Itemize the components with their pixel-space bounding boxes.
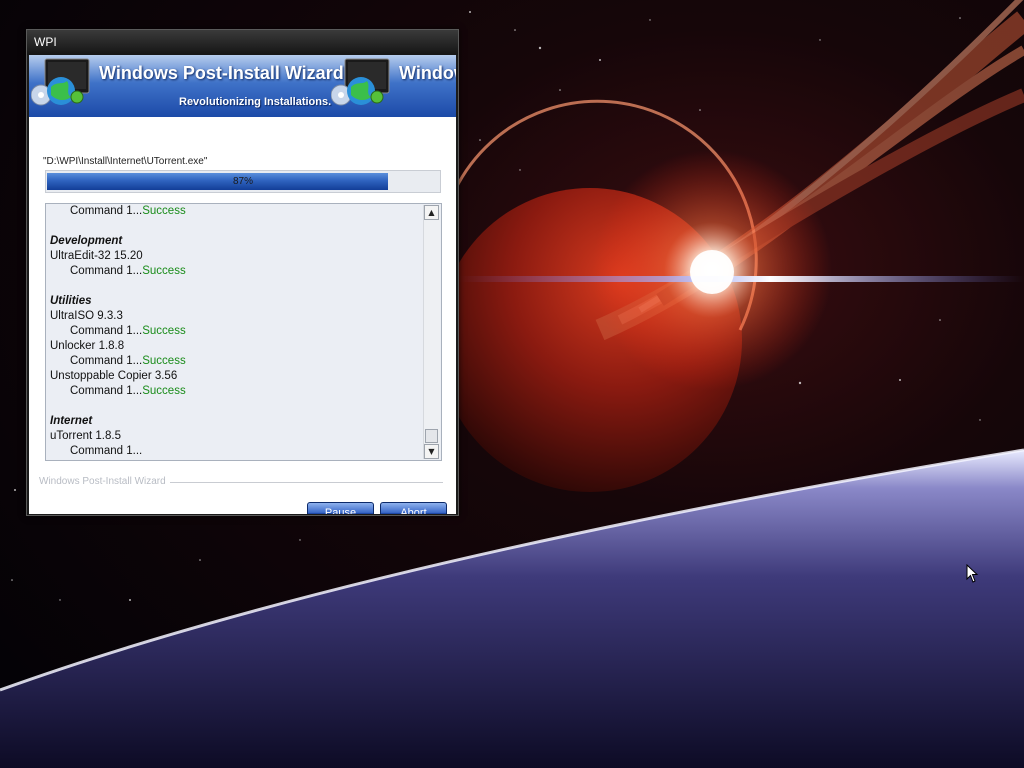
log-command-line: Command 1...: [50, 444, 422, 459]
monitor-globe-logo-icon: [331, 58, 390, 106]
current-file-path: "D:\WPI\Install\Internet\UTorrent.exe": [43, 156, 208, 167]
wpi-banner: Windows Post-Install Wizard Windows Post…: [29, 55, 456, 117]
log-command-line: Command 1...Success: [50, 264, 422, 279]
install-log[interactable]: Command 1...Success Development UltraEdit-…: [45, 203, 442, 461]
log-blank-line: [50, 279, 422, 294]
log-command-line: Command 1...Success: [50, 324, 422, 339]
footer-group-label: Windows Post-Install Wizard: [39, 476, 170, 487]
scroll-thumb[interactable]: [425, 429, 438, 443]
log-command-text: Command 1...: [70, 445, 143, 457]
log-program-item: Unlocker 1.8.8: [50, 340, 125, 352]
log-program-item: UltraISO 9.3.3: [50, 310, 123, 322]
log-command-status: Success: [142, 205, 186, 217]
log-category-header: Development: [50, 235, 123, 247]
abort-button[interactable]: Abort: [380, 502, 447, 514]
monitor-globe-logo-icon: [31, 58, 90, 106]
log-command-line: Command 1...Success: [50, 354, 422, 369]
log-program-item: UltraEdit-32 15.20: [50, 250, 143, 262]
log-command-text: Command 1...: [70, 265, 143, 277]
banner-subtitle: Revolutionizing Installations.: [179, 96, 332, 108]
install-log-lines: Command 1...Success Development UltraEdit-…: [50, 204, 422, 459]
log-program-item: Unstoppable Copier 3.56: [50, 370, 178, 382]
mouse-cursor-icon: [966, 564, 979, 583]
log-command-text: Command 1...: [70, 325, 143, 337]
log-command-status: Success: [142, 265, 186, 277]
log-command-text: Command 1...: [70, 385, 143, 397]
arrow-down-icon[interactable]: ▼: [424, 444, 439, 459]
log-scrollbar[interactable]: ▲ ▼: [423, 205, 440, 459]
pause-button[interactable]: Pause: [307, 502, 374, 514]
log-blank-line: [50, 399, 422, 414]
wpi-window: WPI Windows Post-Install Wizard Windo Re…: [26, 29, 459, 516]
log-command-status: Success: [142, 325, 186, 337]
log-blank-line: [50, 219, 422, 234]
log-command-text: Command 1...: [70, 205, 143, 217]
window-title[interactable]: WPI: [27, 30, 458, 55]
log-command-line: Command 1...Success: [50, 384, 422, 399]
progress-label: 87%: [232, 176, 253, 187]
install-progress-bar: 87%: [45, 170, 441, 193]
log-command-line: Command 1...Success: [50, 204, 422, 219]
arrow-up-icon[interactable]: ▲: [424, 205, 439, 220]
window-client-area: Windows Post-Install Wizard Windows Post…: [29, 55, 456, 514]
log-program-item: uTorrent 1.8.5: [50, 430, 121, 442]
log-command-text: Command 1...: [70, 355, 143, 367]
log-category-header: Utilities: [50, 295, 92, 307]
log-category-header: Internet: [50, 415, 93, 427]
log-command-status: Success: [142, 385, 186, 397]
banner-title-repeat: Windows Post-Install Wizard: [399, 63, 456, 83]
log-command-status: Success: [142, 355, 186, 367]
banner-title: Windows Post-Install Wizard: [99, 63, 344, 83]
